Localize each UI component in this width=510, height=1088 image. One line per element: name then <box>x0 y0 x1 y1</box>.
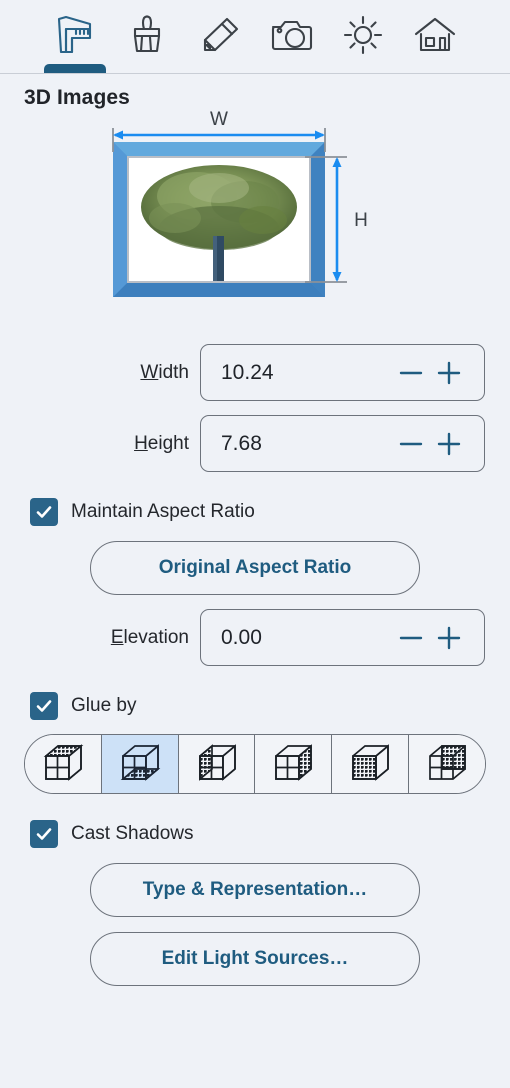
height-label-rest: eight <box>147 432 189 454</box>
house-icon <box>412 14 458 56</box>
width-accel: W <box>140 361 159 383</box>
cast-shadows-checkbox[interactable]: Cast Shadows <box>0 820 510 848</box>
width-value: 10.24 <box>221 360 274 384</box>
tool-tabs <box>0 0 510 73</box>
elevation-row: Elevation 0.00 <box>0 609 510 666</box>
cube-front-face-icon <box>345 742 395 786</box>
maintain-aspect-ratio-checkbox[interactable]: Maintain Aspect Ratio <box>0 498 510 526</box>
cast-shadows-label: Cast Shadows <box>71 823 194 844</box>
width-input[interactable]: 10.24 <box>200 344 485 401</box>
sun-icon <box>340 14 386 56</box>
tab-building[interactable] <box>399 6 471 73</box>
camera-icon <box>268 14 314 56</box>
tab-camera[interactable] <box>255 6 327 73</box>
glue-by-checkbox[interactable]: Glue by <box>0 692 510 720</box>
glue-top-face-button[interactable] <box>25 735 102 793</box>
glue-bottom-face-button[interactable] <box>101 735 179 793</box>
pencil-icon <box>196 14 242 56</box>
brush-icon <box>124 14 170 56</box>
cube-right-face-icon <box>268 742 318 786</box>
glue-by-label: Glue by <box>71 695 137 716</box>
elevation-accel: E <box>110 626 124 648</box>
glue-by-segmented-control <box>24 734 486 794</box>
width-label-rest: idth <box>158 361 189 383</box>
tab-materials[interactable] <box>111 6 183 73</box>
width-dimension-label: W <box>210 110 228 130</box>
height-input[interactable]: 7.68 <box>200 415 485 472</box>
glue-left-face-button[interactable] <box>178 735 256 793</box>
original-aspect-ratio-button[interactable]: Original Aspect Ratio <box>90 541 420 595</box>
preview-svg: W H <box>112 110 368 297</box>
cube-left-face-icon <box>192 742 242 786</box>
height-increment-button[interactable] <box>430 425 468 463</box>
type-and-representation-button[interactable]: Type & Representation… <box>90 863 420 917</box>
glue-back-face-button[interactable] <box>409 735 485 793</box>
height-decrement-button[interactable] <box>392 425 430 463</box>
cube-top-face-icon <box>38 742 88 786</box>
height-dimension-label: H <box>354 210 368 231</box>
height-value: 7.68 <box>221 431 262 455</box>
width-label: Width <box>140 362 189 384</box>
elevation-input[interactable]: 0.00 <box>200 609 485 666</box>
image-preview-diagram: W H <box>0 110 510 330</box>
height-accel: H <box>134 432 148 454</box>
page-title: 3D Images <box>24 86 130 109</box>
caliper-icon <box>52 14 98 56</box>
glue-right-face-button[interactable] <box>255 735 333 793</box>
elevation-decrement-button[interactable] <box>392 619 430 657</box>
height-row: Height 7.68 <box>0 415 510 472</box>
elevation-label-rest: levation <box>123 626 190 648</box>
checkmark-icon <box>30 498 58 526</box>
elevation-increment-button[interactable] <box>430 619 468 657</box>
width-row: Width 10.24 <box>0 344 510 401</box>
tab-lighting[interactable] <box>327 6 399 73</box>
tab-edit[interactable] <box>183 6 255 73</box>
cube-back-face-icon <box>422 742 472 786</box>
type-representation-wrap: Type & Representation… <box>0 863 510 917</box>
glue-front-face-button[interactable] <box>332 735 410 793</box>
tab-dimensions[interactable] <box>39 6 111 73</box>
edit-light-sources-button[interactable]: Edit Light Sources… <box>90 932 420 986</box>
width-increment-button[interactable] <box>430 354 468 392</box>
width-decrement-button[interactable] <box>392 354 430 392</box>
edit-light-sources-wrap: Edit Light Sources… <box>0 932 510 986</box>
active-tab-indicator <box>44 64 106 73</box>
height-label: Height <box>134 433 189 455</box>
maintain-aspect-ratio-label: Maintain Aspect Ratio <box>71 501 255 522</box>
cube-bottom-face-icon <box>115 742 165 786</box>
checkmark-icon <box>30 692 58 720</box>
checkmark-icon <box>30 820 58 848</box>
elevation-label: Elevation <box>111 627 189 649</box>
elevation-value: 0.00 <box>221 625 262 649</box>
original-aspect-ratio-wrap: Original Aspect Ratio <box>0 541 510 595</box>
